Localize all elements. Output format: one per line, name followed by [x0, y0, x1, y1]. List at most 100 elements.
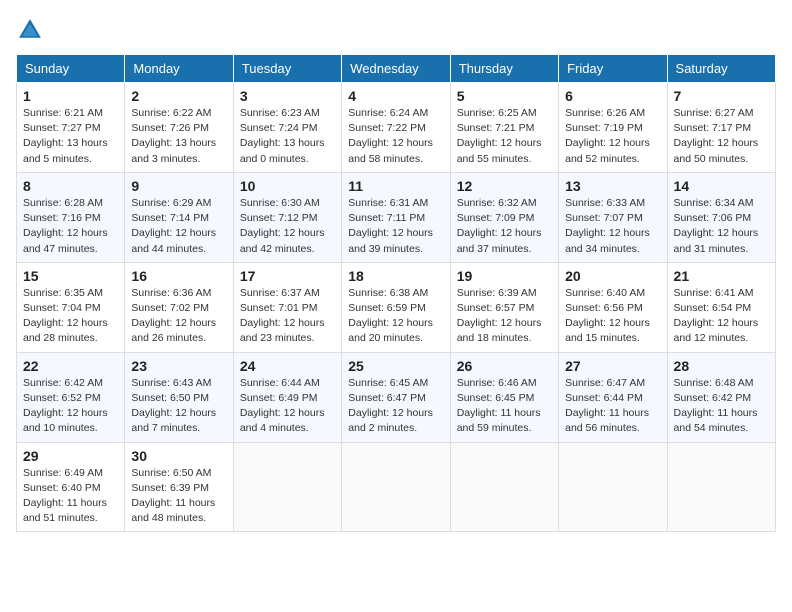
- week-row-5: 29 Sunrise: 6:49 AM Sunset: 6:40 PM Dayl…: [17, 442, 776, 532]
- page-header: [16, 16, 776, 44]
- day-info: Sunrise: 6:33 AM Sunset: 7:07 PM Dayligh…: [565, 196, 660, 257]
- day-number: 8: [23, 178, 118, 194]
- day-info: Sunrise: 6:40 AM Sunset: 6:56 PM Dayligh…: [565, 286, 660, 347]
- day-number: 14: [674, 178, 769, 194]
- day-number: 6: [565, 88, 660, 104]
- day-info: Sunrise: 6:30 AM Sunset: 7:12 PM Dayligh…: [240, 196, 335, 257]
- day-cell: 5 Sunrise: 6:25 AM Sunset: 7:21 PM Dayli…: [450, 83, 558, 173]
- day-number: 19: [457, 268, 552, 284]
- day-info: Sunrise: 6:36 AM Sunset: 7:02 PM Dayligh…: [131, 286, 226, 347]
- day-number: 16: [131, 268, 226, 284]
- day-cell: [450, 442, 558, 532]
- week-row-3: 15 Sunrise: 6:35 AM Sunset: 7:04 PM Dayl…: [17, 262, 776, 352]
- day-number: 25: [348, 358, 443, 374]
- weekday-header-friday: Friday: [559, 55, 667, 83]
- day-cell: 7 Sunrise: 6:27 AM Sunset: 7:17 PM Dayli…: [667, 83, 775, 173]
- weekday-header-saturday: Saturday: [667, 55, 775, 83]
- day-cell: 27 Sunrise: 6:47 AM Sunset: 6:44 PM Dayl…: [559, 352, 667, 442]
- day-cell: 10 Sunrise: 6:30 AM Sunset: 7:12 PM Dayl…: [233, 172, 341, 262]
- day-cell: 3 Sunrise: 6:23 AM Sunset: 7:24 PM Dayli…: [233, 83, 341, 173]
- day-info: Sunrise: 6:46 AM Sunset: 6:45 PM Dayligh…: [457, 376, 552, 437]
- day-info: Sunrise: 6:37 AM Sunset: 7:01 PM Dayligh…: [240, 286, 335, 347]
- logo-icon: [16, 16, 44, 44]
- day-cell: [233, 442, 341, 532]
- day-number: 20: [565, 268, 660, 284]
- day-cell: 12 Sunrise: 6:32 AM Sunset: 7:09 PM Dayl…: [450, 172, 558, 262]
- day-number: 3: [240, 88, 335, 104]
- day-cell: 16 Sunrise: 6:36 AM Sunset: 7:02 PM Dayl…: [125, 262, 233, 352]
- calendar-table: SundayMondayTuesdayWednesdayThursdayFrid…: [16, 54, 776, 532]
- day-number: 9: [131, 178, 226, 194]
- day-info: Sunrise: 6:26 AM Sunset: 7:19 PM Dayligh…: [565, 106, 660, 167]
- weekday-header-tuesday: Tuesday: [233, 55, 341, 83]
- day-info: Sunrise: 6:38 AM Sunset: 6:59 PM Dayligh…: [348, 286, 443, 347]
- day-cell: 28 Sunrise: 6:48 AM Sunset: 6:42 PM Dayl…: [667, 352, 775, 442]
- day-cell: 18 Sunrise: 6:38 AM Sunset: 6:59 PM Dayl…: [342, 262, 450, 352]
- day-info: Sunrise: 6:35 AM Sunset: 7:04 PM Dayligh…: [23, 286, 118, 347]
- day-cell: [667, 442, 775, 532]
- weekday-header-monday: Monday: [125, 55, 233, 83]
- day-cell: 23 Sunrise: 6:43 AM Sunset: 6:50 PM Dayl…: [125, 352, 233, 442]
- day-number: 28: [674, 358, 769, 374]
- day-cell: 25 Sunrise: 6:45 AM Sunset: 6:47 PM Dayl…: [342, 352, 450, 442]
- day-cell: 30 Sunrise: 6:50 AM Sunset: 6:39 PM Dayl…: [125, 442, 233, 532]
- day-info: Sunrise: 6:21 AM Sunset: 7:27 PM Dayligh…: [23, 106, 118, 167]
- weekday-header-wednesday: Wednesday: [342, 55, 450, 83]
- day-cell: 17 Sunrise: 6:37 AM Sunset: 7:01 PM Dayl…: [233, 262, 341, 352]
- day-cell: 19 Sunrise: 6:39 AM Sunset: 6:57 PM Dayl…: [450, 262, 558, 352]
- day-info: Sunrise: 6:22 AM Sunset: 7:26 PM Dayligh…: [131, 106, 226, 167]
- day-cell: 14 Sunrise: 6:34 AM Sunset: 7:06 PM Dayl…: [667, 172, 775, 262]
- day-cell: 11 Sunrise: 6:31 AM Sunset: 7:11 PM Dayl…: [342, 172, 450, 262]
- day-info: Sunrise: 6:23 AM Sunset: 7:24 PM Dayligh…: [240, 106, 335, 167]
- day-cell: 24 Sunrise: 6:44 AM Sunset: 6:49 PM Dayl…: [233, 352, 341, 442]
- day-cell: 20 Sunrise: 6:40 AM Sunset: 6:56 PM Dayl…: [559, 262, 667, 352]
- day-number: 12: [457, 178, 552, 194]
- day-info: Sunrise: 6:47 AM Sunset: 6:44 PM Dayligh…: [565, 376, 660, 437]
- week-row-1: 1 Sunrise: 6:21 AM Sunset: 7:27 PM Dayli…: [17, 83, 776, 173]
- day-number: 4: [348, 88, 443, 104]
- day-number: 24: [240, 358, 335, 374]
- day-info: Sunrise: 6:24 AM Sunset: 7:22 PM Dayligh…: [348, 106, 443, 167]
- day-info: Sunrise: 6:48 AM Sunset: 6:42 PM Dayligh…: [674, 376, 769, 437]
- day-info: Sunrise: 6:39 AM Sunset: 6:57 PM Dayligh…: [457, 286, 552, 347]
- day-info: Sunrise: 6:31 AM Sunset: 7:11 PM Dayligh…: [348, 196, 443, 257]
- day-info: Sunrise: 6:34 AM Sunset: 7:06 PM Dayligh…: [674, 196, 769, 257]
- day-number: 23: [131, 358, 226, 374]
- day-number: 17: [240, 268, 335, 284]
- day-info: Sunrise: 6:43 AM Sunset: 6:50 PM Dayligh…: [131, 376, 226, 437]
- day-number: 30: [131, 448, 226, 464]
- day-number: 29: [23, 448, 118, 464]
- week-row-4: 22 Sunrise: 6:42 AM Sunset: 6:52 PM Dayl…: [17, 352, 776, 442]
- weekday-header-sunday: Sunday: [17, 55, 125, 83]
- day-cell: [559, 442, 667, 532]
- day-number: 18: [348, 268, 443, 284]
- day-info: Sunrise: 6:27 AM Sunset: 7:17 PM Dayligh…: [674, 106, 769, 167]
- day-number: 22: [23, 358, 118, 374]
- day-number: 11: [348, 178, 443, 194]
- day-info: Sunrise: 6:25 AM Sunset: 7:21 PM Dayligh…: [457, 106, 552, 167]
- day-cell: 15 Sunrise: 6:35 AM Sunset: 7:04 PM Dayl…: [17, 262, 125, 352]
- week-row-2: 8 Sunrise: 6:28 AM Sunset: 7:16 PM Dayli…: [17, 172, 776, 262]
- day-info: Sunrise: 6:28 AM Sunset: 7:16 PM Dayligh…: [23, 196, 118, 257]
- day-number: 21: [674, 268, 769, 284]
- day-number: 13: [565, 178, 660, 194]
- day-cell: 13 Sunrise: 6:33 AM Sunset: 7:07 PM Dayl…: [559, 172, 667, 262]
- day-number: 10: [240, 178, 335, 194]
- day-cell: 22 Sunrise: 6:42 AM Sunset: 6:52 PM Dayl…: [17, 352, 125, 442]
- day-number: 5: [457, 88, 552, 104]
- day-number: 1: [23, 88, 118, 104]
- day-cell: 8 Sunrise: 6:28 AM Sunset: 7:16 PM Dayli…: [17, 172, 125, 262]
- day-info: Sunrise: 6:49 AM Sunset: 6:40 PM Dayligh…: [23, 466, 118, 527]
- day-cell: 21 Sunrise: 6:41 AM Sunset: 6:54 PM Dayl…: [667, 262, 775, 352]
- day-info: Sunrise: 6:45 AM Sunset: 6:47 PM Dayligh…: [348, 376, 443, 437]
- day-number: 2: [131, 88, 226, 104]
- day-info: Sunrise: 6:42 AM Sunset: 6:52 PM Dayligh…: [23, 376, 118, 437]
- day-info: Sunrise: 6:44 AM Sunset: 6:49 PM Dayligh…: [240, 376, 335, 437]
- day-number: 26: [457, 358, 552, 374]
- day-cell: 9 Sunrise: 6:29 AM Sunset: 7:14 PM Dayli…: [125, 172, 233, 262]
- day-cell: 6 Sunrise: 6:26 AM Sunset: 7:19 PM Dayli…: [559, 83, 667, 173]
- day-cell: 4 Sunrise: 6:24 AM Sunset: 7:22 PM Dayli…: [342, 83, 450, 173]
- day-number: 15: [23, 268, 118, 284]
- day-cell: 26 Sunrise: 6:46 AM Sunset: 6:45 PM Dayl…: [450, 352, 558, 442]
- day-cell: [342, 442, 450, 532]
